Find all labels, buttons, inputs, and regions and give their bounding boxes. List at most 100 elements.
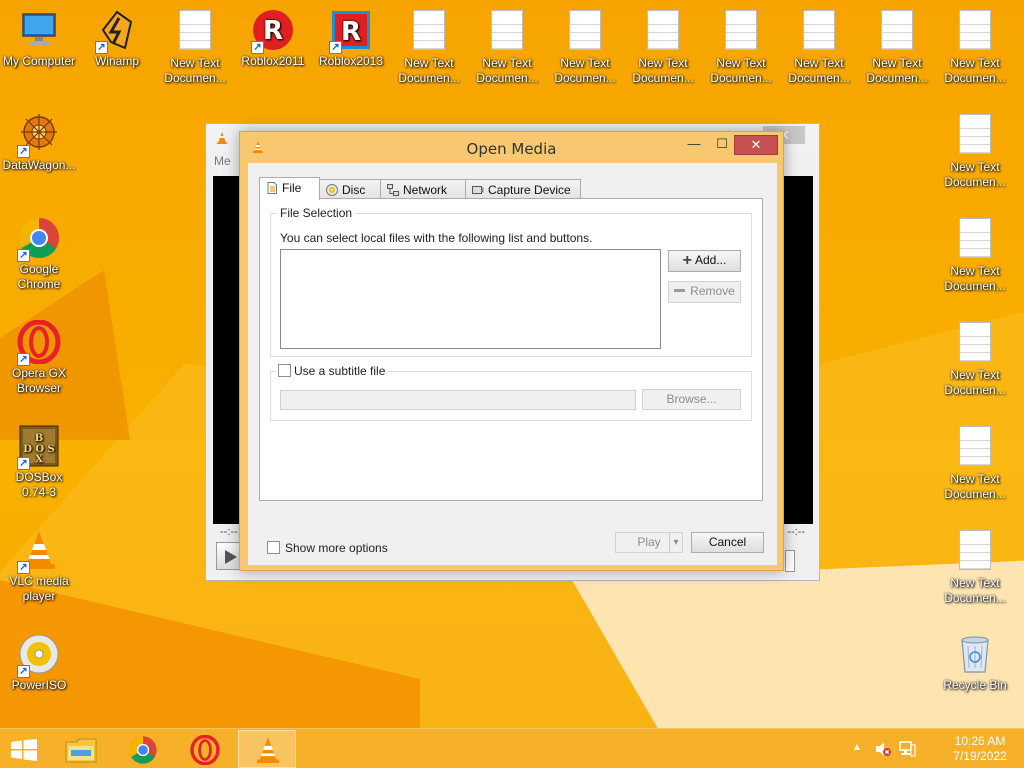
desktop-icon-text-doc[interactable]: New Text Documen... [156, 8, 234, 86]
desktop-icon-text-doc[interactable]: New Text Documen... [936, 8, 1014, 86]
desktop-icon-text-doc[interactable]: New Text Documen... [936, 528, 1014, 606]
icon-label: New Text [482, 56, 532, 70]
shortcut-arrow-icon: ↗ [17, 561, 30, 574]
desktop-icon-poweriso[interactable]: ↗ PowerISO [0, 632, 78, 693]
icon-label: Documen... [554, 71, 616, 85]
file-icon [267, 182, 277, 194]
start-button[interactable] [0, 730, 48, 768]
file-selection-group: File Selection You can select local file… [270, 206, 752, 357]
tab-file[interactable]: File [259, 177, 320, 200]
file-list[interactable] [280, 249, 661, 349]
chrome-icon: ↗ [17, 216, 61, 262]
desktop-icon-my-computer[interactable]: My Computer [0, 8, 78, 69]
tab-network[interactable]: Network [380, 179, 466, 199]
system-clock[interactable]: 10:26 AM 7/19/2022 [950, 734, 1010, 764]
desktop-icon-recycle-bin[interactable]: Recycle Bin [936, 632, 1014, 693]
shortcut-arrow-icon: ↗ [17, 145, 30, 158]
desktop-icon-text-doc[interactable]: New Text Documen... [936, 320, 1014, 398]
desktop-icon-text-doc[interactable]: New Text Documen... [546, 8, 624, 86]
cancel-button[interactable]: Cancel [691, 532, 764, 553]
icon-label: New Text [170, 56, 220, 70]
close-button[interactable]: ✕ [734, 135, 778, 155]
vlc-icon [257, 737, 279, 763]
desktop-icon-roblox2013[interactable]: R ↗ Roblox2013 [312, 8, 390, 69]
taskbar-chrome[interactable] [114, 730, 172, 768]
taskbar-opera[interactable] [176, 730, 234, 768]
text-document-icon [953, 322, 997, 366]
show-more-options-label: Show more options [285, 541, 388, 555]
icon-label: New Text [638, 56, 688, 70]
icon-label: New Text [950, 368, 1000, 382]
tab-capture-device[interactable]: Capture Device [465, 179, 581, 199]
desktop-icon-google-chrome[interactable]: ↗ Google Chrome [0, 216, 78, 292]
desktop-icon-text-doc[interactable]: New Text Documen... [780, 8, 858, 86]
icon-label: New Text [950, 264, 1000, 278]
dialog-titlebar[interactable]: Open Media — ☐ ✕ [240, 132, 783, 162]
desktop-icon-text-doc[interactable]: New Text Documen... [858, 8, 936, 86]
icon-label: New Text [794, 56, 844, 70]
icon-label: Google [19, 262, 59, 276]
plus-icon: + [682, 252, 692, 269]
icon-label: Winamp [94, 54, 139, 68]
desktop-icon-text-doc[interactable]: New Text Documen... [624, 8, 702, 86]
desktop-icon-text-doc[interactable]: New Text Documen... [390, 8, 468, 86]
minimize-button[interactable]: — [680, 135, 708, 155]
remove-button[interactable]: Remove [668, 281, 741, 303]
taskbar-vlc[interactable] [238, 730, 296, 768]
icon-label: Documen... [944, 487, 1006, 501]
volume-muted-icon[interactable] [874, 740, 892, 758]
desktop-icon-text-doc[interactable]: New Text Documen... [936, 424, 1014, 502]
taskbar-file-explorer[interactable] [52, 730, 110, 768]
chrome-icon [129, 736, 157, 764]
text-document-icon [407, 10, 451, 54]
desktop-icon-text-doc[interactable]: New Text Documen... [936, 216, 1014, 294]
icon-label: Documen... [944, 279, 1006, 293]
svg-text:R: R [341, 17, 361, 47]
file-selection-hint: You can select local files with the foll… [280, 231, 593, 245]
text-document-icon [953, 426, 997, 470]
text-document-icon [953, 530, 997, 574]
icon-label: Recycle Bin [943, 678, 1007, 692]
subtitle-checkbox[interactable] [278, 364, 291, 377]
capture-device-icon [472, 186, 484, 194]
total-time: --:-- [787, 526, 805, 538]
show-more-options-checkbox[interactable] [267, 541, 280, 554]
subtitle-group: Use a subtitle file Browse... [270, 364, 752, 421]
add-button[interactable]: + Add... [668, 250, 741, 272]
text-document-icon [173, 10, 217, 54]
shortcut-arrow-icon: ↗ [17, 249, 30, 262]
play-dropdown-icon[interactable]: ▾ [669, 532, 683, 553]
desktop-icon-text-doc[interactable]: New Text Documen... [936, 112, 1014, 190]
icon-label: Documen... [944, 175, 1006, 189]
network-icon[interactable] [898, 740, 916, 758]
desktop-icon-datawagon[interactable]: ↗ DataWagon... [0, 112, 78, 173]
svg-text:B: B [35, 433, 43, 444]
shortcut-arrow-icon: ↗ [95, 41, 108, 54]
icon-label: Documen... [164, 71, 226, 85]
icon-label: DataWagon... [2, 158, 76, 172]
open-media-dialog[interactable]: Open Media — ☐ ✕ File Disc Network Captu… [239, 131, 784, 571]
subtitle-path-field[interactable] [280, 390, 636, 410]
desktop-icon-winamp[interactable]: ↗ Winamp [78, 8, 156, 69]
browse-button[interactable]: Browse... [642, 389, 741, 410]
desktop-icon-text-doc[interactable]: New Text Documen... [468, 8, 546, 86]
computer-icon [17, 8, 61, 52]
tab-disc[interactable]: Disc [319, 179, 381, 199]
icon-label: Documen... [710, 71, 772, 85]
icon-label: New Text [560, 56, 610, 70]
clock-date: 7/19/2022 [953, 749, 1007, 763]
shortcut-arrow-icon: ↗ [329, 41, 342, 54]
desktop-icon-roblox2011[interactable]: R ↗ Roblox2011 [234, 8, 312, 69]
network-icon [387, 184, 399, 196]
maximize-button[interactable]: ☐ [708, 135, 736, 155]
show-hidden-icons-chevron-up-icon[interactable]: ▲ [852, 742, 862, 753]
minus-icon [674, 289, 686, 292]
file-explorer-icon [65, 738, 97, 763]
desktop-icon-dosbox[interactable]: B D O S X ↗ DOSBox 0.74-3 [0, 424, 78, 500]
subtitle-group-header: Use a subtitle file [276, 364, 389, 378]
volume-slider[interactable] [785, 550, 795, 572]
desktop-icon-text-doc[interactable]: New Text Documen... [702, 8, 780, 86]
desktop-icon-opera-gx[interactable]: ↗ Opera GX Browser [0, 319, 78, 396]
desktop-icon-vlc[interactable]: ↗ VLC media player [0, 528, 78, 604]
datawagon-icon: ↗ [17, 112, 61, 158]
